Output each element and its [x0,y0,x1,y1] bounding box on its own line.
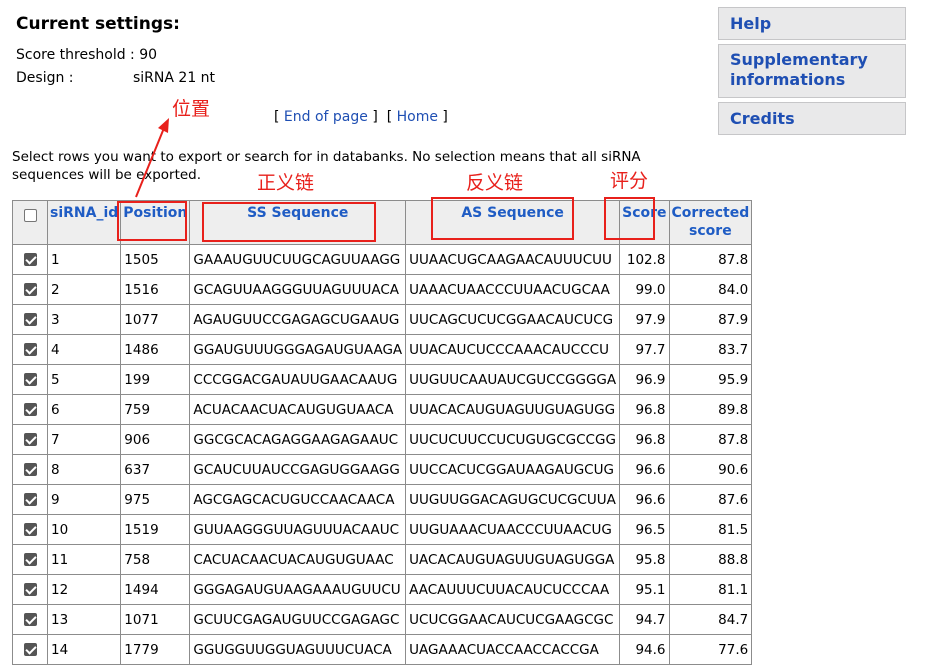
annotation-arrow-line [135,127,165,198]
annotation-arrow-layer [135,118,169,198]
annotation-arrow-head [158,118,169,133]
